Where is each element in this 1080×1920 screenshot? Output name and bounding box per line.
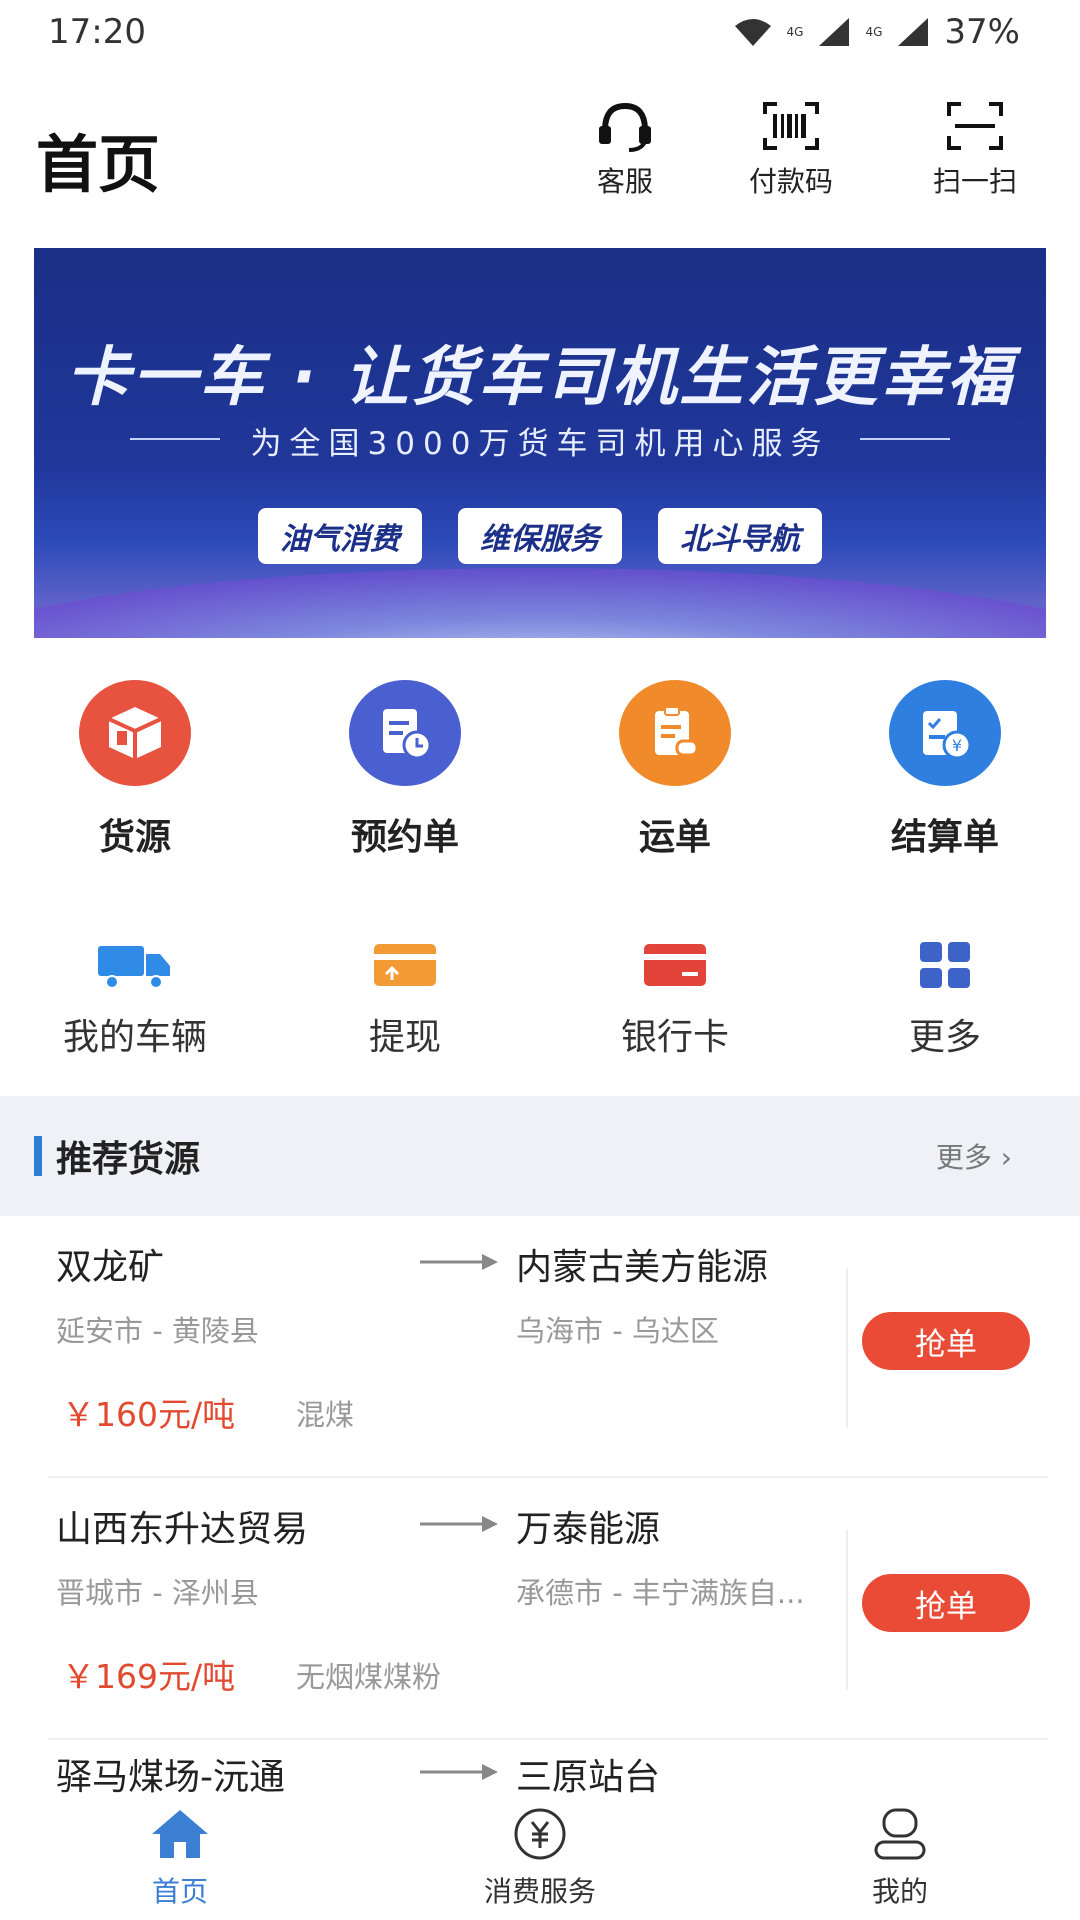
payment-code-button[interactable]: 付款码 <box>716 100 866 210</box>
bank-card-icon <box>644 944 706 986</box>
status-bar: 17:20 4G 4G 37% <box>0 0 1080 66</box>
scan-button[interactable]: 扫一扫 <box>900 100 1050 210</box>
cargo-origin-region: 晋城市 - 泽州县 <box>56 1576 259 1610</box>
grid-label-my-vehicles: 我的车辆 <box>62 1017 207 1058</box>
tab-consumer-services[interactable]: 消费服务 <box>360 1796 720 1920</box>
tab-profile[interactable]: 我的 <box>720 1796 1080 1920</box>
grid-item-reservation[interactable]: 预约单 <box>270 680 540 860</box>
banner-subtitle: 为全国3000万货车司机用心服务 <box>250 426 830 462</box>
net-4g-label-1: 4G <box>786 25 804 39</box>
secondary-function-grid: 我的车辆 提现 银行卡 更多 <box>0 940 1080 1070</box>
row-divider-vertical <box>846 1268 848 1428</box>
promo-banner[interactable]: 卡一车 · 让货车司机生活更幸福 为全国3000万货车司机用心服务 油气消费 维… <box>34 248 1046 638</box>
signal-icon <box>819 18 850 46</box>
grid-label-reservation: 预约单 <box>350 817 459 858</box>
cargo-destination: 万泰能源 <box>516 1509 661 1550</box>
profile-icon <box>874 1808 926 1860</box>
banner-divider-right <box>860 438 950 440</box>
page-title: 首页 <box>36 128 161 201</box>
truck-icon <box>98 946 170 989</box>
cargo-destination: 三原站台 <box>516 1757 661 1796</box>
settlement-icon: ¥ <box>889 680 1001 786</box>
top-header: 首页 客服 付款码 扫一扫 <box>0 88 1080 218</box>
grid-label-bank-card: 银行卡 <box>620 1017 729 1058</box>
row-divider-vertical <box>846 1530 848 1690</box>
payment-code-label: 付款码 <box>748 165 833 198</box>
grid-label-cargo: 货源 <box>98 817 171 858</box>
cargo-destination-region: 乌海市 - 乌达区 <box>516 1314 719 1348</box>
banner-glow-arc <box>34 568 1046 638</box>
headset-icon <box>599 102 651 152</box>
grab-order-button[interactable]: 抢单 <box>862 1574 1030 1632</box>
cargo-box-icon <box>79 680 191 786</box>
customer-service-label: 客服 <box>596 165 653 198</box>
status-time: 17:20 <box>48 12 146 52</box>
grid-label-settlement: 结算单 <box>890 817 999 858</box>
section-title: 推荐货源 <box>56 1139 201 1180</box>
route-arrow-icon <box>420 1254 498 1270</box>
cargo-destination: 内蒙古美方能源 <box>516 1247 769 1288</box>
grid-item-my-vehicles[interactable]: 我的车辆 <box>0 940 270 1070</box>
banner-pill-fuel: 油气消费 <box>258 508 422 564</box>
tab-home[interactable]: 首页 <box>0 1796 360 1920</box>
withdraw-card-icon <box>374 944 436 986</box>
svg-text:¥: ¥ <box>952 736 962 755</box>
cargo-list-item[interactable]: 双龙矿 内蒙古美方能源 延安市 - 黄陵县 乌海市 - 乌达区 ￥160元/吨 … <box>0 1216 1080 1478</box>
route-arrow-icon <box>420 1516 498 1532</box>
cargo-list-item[interactable]: 驿马煤场-沅通 三原站台 <box>0 1740 1080 1796</box>
cargo-list-item[interactable]: 山西东升达贸易 万泰能源 晋城市 - 泽州县 承德市 - 丰宁满族自... ￥1… <box>0 1478 1080 1740</box>
cargo-origin-region: 延安市 - 黄陵县 <box>56 1314 259 1348</box>
status-right: 4G 4G 37% <box>733 12 1020 52</box>
cargo-type: 无烟煤煤粉 <box>296 1660 442 1694</box>
recommended-cargo-header: 推荐货源 更多 › <box>0 1096 1080 1216</box>
battery-level: 37% <box>944 12 1020 52</box>
grid-more-icon <box>920 942 970 988</box>
tab-label-home: 首页 <box>151 1875 208 1908</box>
cargo-origin: 双龙矿 <box>56 1247 165 1288</box>
customer-service-button[interactable]: 客服 <box>550 100 700 210</box>
grid-item-withdraw[interactable]: 提现 <box>270 940 540 1070</box>
section-accent-bar <box>34 1136 42 1176</box>
cargo-price: ￥169元/吨 <box>62 1657 236 1696</box>
route-arrow-icon <box>420 1764 498 1780</box>
cargo-destination-region: 承德市 - 丰宁满族自... <box>516 1576 805 1610</box>
signal-icon <box>898 18 929 46</box>
cargo-type: 混煤 <box>296 1398 355 1432</box>
cargo-price: ￥160元/吨 <box>62 1395 236 1434</box>
grid-item-cargo[interactable]: 货源 <box>0 680 270 860</box>
grid-label-withdraw: 提现 <box>368 1017 441 1058</box>
banner-pills: 油气消费 维保服务 北斗导航 <box>34 508 1046 564</box>
tab-label-consumer-services: 消费服务 <box>483 1875 596 1908</box>
scan-icon <box>947 102 1003 150</box>
section-more-link[interactable]: 更多 › <box>936 1136 1012 1176</box>
grid-item-more[interactable]: 更多 <box>810 940 1080 1070</box>
grid-label-waybill: 运单 <box>638 817 711 858</box>
grab-order-button[interactable]: 抢单 <box>862 1312 1030 1370</box>
banner-pill-maintenance: 维保服务 <box>458 508 622 564</box>
grid-item-bank-card[interactable]: 银行卡 <box>540 940 810 1070</box>
bottom-tab-bar: 首页 消费服务 我的 <box>0 1796 1080 1920</box>
grid-item-waybill[interactable]: 运单 <box>540 680 810 860</box>
tab-label-profile: 我的 <box>871 1875 928 1908</box>
grid-label-more: 更多 <box>908 1017 981 1058</box>
banner-pill-navigation: 北斗导航 <box>658 508 822 564</box>
main-function-grid: 货源 预约单 运单 ¥ 结算单 <box>0 680 1080 860</box>
scan-label: 扫一扫 <box>932 165 1017 198</box>
wifi-icon <box>734 19 771 46</box>
barcode-icon <box>763 102 819 150</box>
home-icon <box>152 1810 208 1858</box>
net-4g-label-2: 4G <box>865 25 883 39</box>
cargo-origin: 山西东升达贸易 <box>56 1509 309 1550</box>
cargo-origin: 驿马煤场-沅通 <box>56 1757 285 1796</box>
waybill-icon <box>619 680 731 786</box>
yuan-circle-icon <box>514 1808 566 1860</box>
schedule-doc-icon <box>349 680 461 786</box>
grid-item-settlement[interactable]: ¥ 结算单 <box>810 680 1080 860</box>
banner-title: 卡一车 · 让货车司机生活更幸福 <box>65 341 1015 415</box>
